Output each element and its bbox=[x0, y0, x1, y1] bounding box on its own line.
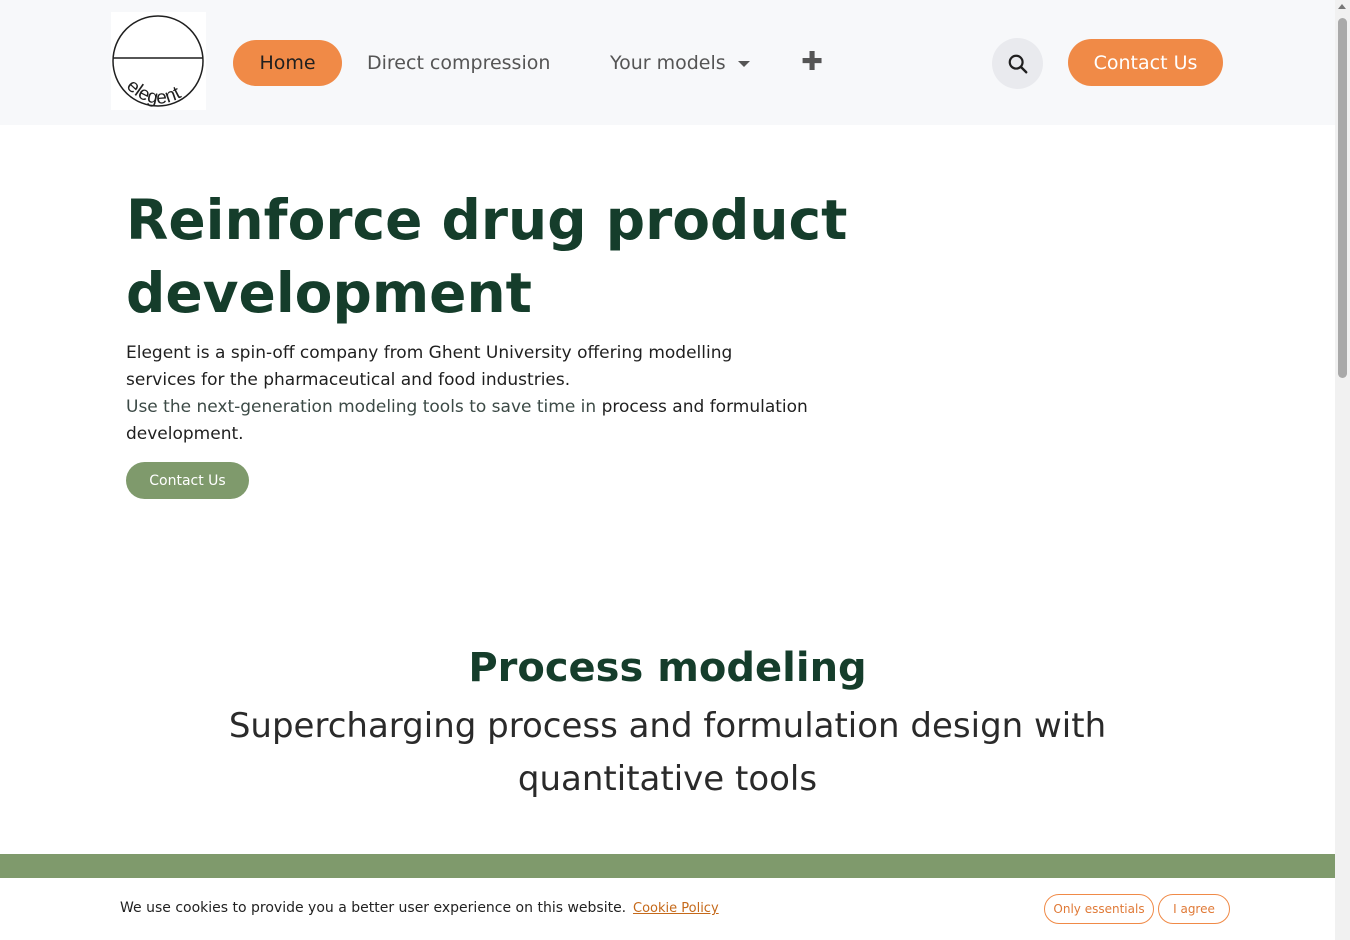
svg-text:elegent: elegent bbox=[122, 75, 185, 108]
search-icon bbox=[1008, 54, 1027, 73]
nav-your-models-dropdown[interactable]: Your models bbox=[610, 40, 750, 86]
hero-intro-text: Elegent is a spin-off company from Ghent… bbox=[126, 343, 733, 390]
site-header: elegent Home Direct compression Your mod… bbox=[0, 0, 1335, 125]
section-title: Process modeling bbox=[468, 645, 867, 691]
cookie-bar: We use cookies to provide you a better u… bbox=[0, 878, 1335, 940]
section-subtitle: Supercharging process and formulation de… bbox=[228, 706, 1107, 799]
nav-home[interactable]: Home bbox=[233, 40, 342, 86]
hero-tools-text-part3: . bbox=[238, 424, 244, 444]
scroll-up-arrow-icon[interactable] bbox=[1338, 4, 1346, 9]
only-essentials-button[interactable]: Only essentials bbox=[1044, 894, 1154, 924]
green-section-band bbox=[0, 854, 1335, 880]
cookie-message: We use cookies to provide you a better u… bbox=[120, 900, 627, 916]
contact-us-button[interactable]: Contact Us bbox=[1068, 39, 1223, 86]
cookie-policy-link[interactable]: Cookie Policy bbox=[633, 901, 719, 916]
caret-down-icon bbox=[737, 61, 750, 67]
logo-wordmark: elegent bbox=[122, 75, 185, 108]
search-button[interactable] bbox=[992, 38, 1043, 89]
hero-title: Reinforce drug product development bbox=[126, 188, 848, 325]
hero-contact-button[interactable]: Contact Us bbox=[126, 462, 249, 499]
hero-tools-text-part1: Use the next-generation modeling tools t… bbox=[126, 397, 602, 417]
plus-icon[interactable]: ✚ bbox=[800, 47, 824, 77]
scrollbar-thumb[interactable] bbox=[1338, 18, 1347, 378]
hero-tools-text: Use the next-generation modeling tools t… bbox=[126, 394, 866, 448]
logo-mark: elegent bbox=[112, 15, 204, 109]
nav-direct-compression[interactable]: Direct compression bbox=[367, 40, 550, 86]
nav-your-models-label: Your models bbox=[610, 52, 726, 74]
elegent-logo[interactable]: elegent bbox=[111, 12, 206, 110]
i-agree-button[interactable]: I agree bbox=[1158, 894, 1230, 924]
